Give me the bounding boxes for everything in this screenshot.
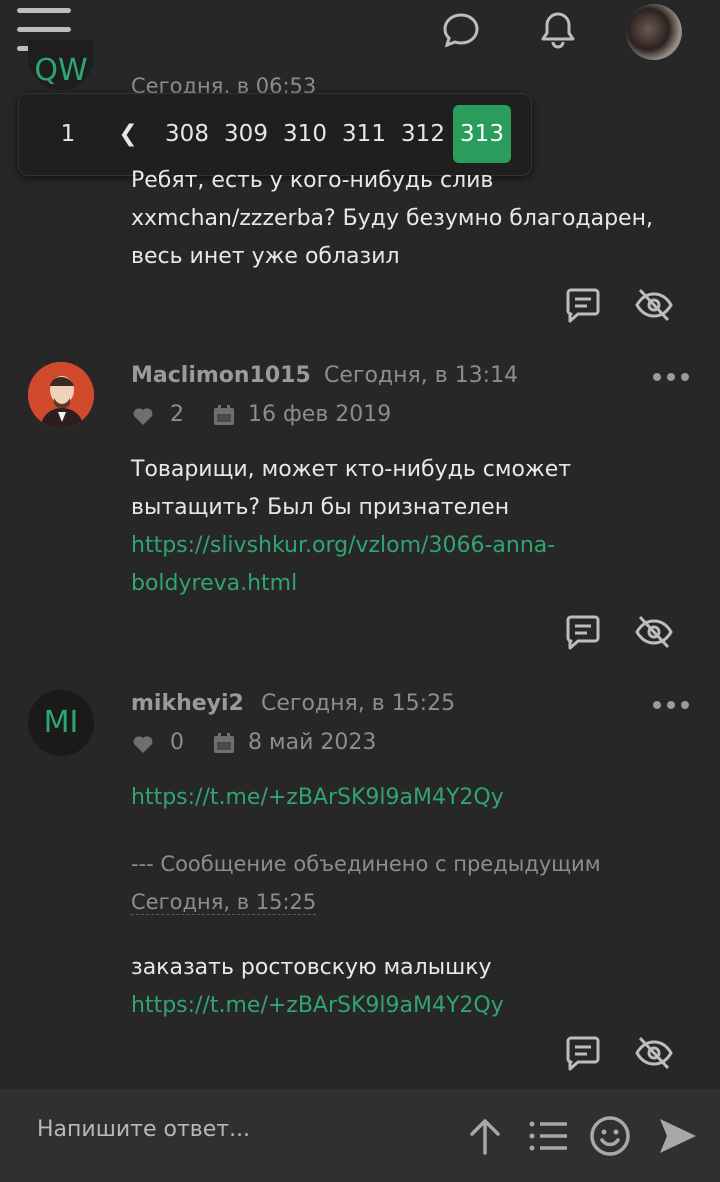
post-link[interactable]: https://slivshkur.org/vzlom/3066-anna- — [131, 527, 571, 565]
post-link[interactable]: boldyreva.html — [131, 565, 571, 603]
post-date[interactable]: Сегодня, в 13:14 — [324, 363, 518, 388]
post-body: Ребят, есть у кого-нибудь слив xxmchan/z… — [131, 162, 653, 276]
post-line: Ребят, есть у кого-нибудь слив — [131, 168, 494, 193]
avatar[interactable] — [28, 362, 94, 428]
avatar-initials: QW — [34, 53, 88, 88]
merged-note: --- Сообщение объединено с предыдущим — [131, 852, 601, 876]
chat-bubble-icon[interactable] — [441, 10, 481, 50]
page-310[interactable]: 310 — [277, 105, 333, 163]
post-line: вытащить? Был бы признателен — [131, 495, 510, 520]
username[interactable]: mikheyi2 — [131, 691, 244, 716]
post-date[interactable]: Сегодня, в 15:25 — [261, 691, 455, 716]
list-icon[interactable] — [527, 1115, 569, 1157]
reply-icon[interactable] — [563, 612, 603, 652]
emoji-icon[interactable] — [589, 1115, 631, 1157]
heart-icon — [131, 404, 155, 426]
post-text: заказать ростовскую малышку — [131, 955, 492, 980]
join-date: 8 май 2023 — [248, 730, 377, 755]
post-link[interactable]: https://t.me/+zBArSK9l9aM4Y2Qy — [131, 987, 504, 1025]
page-312[interactable]: 312 — [395, 105, 451, 163]
post-line: Товарищи, может кто-нибудь сможет — [131, 457, 572, 482]
page-311[interactable]: 311 — [336, 105, 392, 163]
calendar-icon — [213, 732, 235, 754]
post-link[interactable]: https://t.me/+zBArSK9l9aM4Y2Qy — [131, 779, 504, 817]
post-body: Товарищи, может кто-нибудь сможет вытащи… — [131, 451, 571, 603]
page-308[interactable]: 308 — [159, 105, 215, 163]
hide-icon[interactable] — [634, 285, 674, 325]
post-line: весь инет уже облазил — [131, 244, 400, 269]
page-current[interactable]: 313 — [453, 105, 511, 163]
avatar[interactable]: QW — [28, 40, 94, 90]
reply-icon[interactable] — [563, 285, 603, 325]
reply-bar: Напишите ответ... — [0, 1089, 720, 1182]
calendar-icon — [213, 404, 235, 426]
more-options-icon[interactable] — [652, 371, 690, 383]
user-meta: 0 8 май 2023 — [131, 730, 376, 755]
send-icon[interactable] — [656, 1115, 698, 1157]
top-bar — [0, 0, 720, 62]
join-date: 16 фев 2019 — [248, 402, 392, 427]
hide-icon[interactable] — [634, 1033, 674, 1073]
avatar-initials: MI — [43, 705, 79, 740]
page-prev-button[interactable]: ❮ — [107, 105, 149, 163]
merged-date-text: Сегодня, в 15:25 — [131, 890, 317, 915]
more-options-icon[interactable] — [652, 699, 690, 711]
page-first[interactable]: 1 — [47, 105, 89, 163]
avatar[interactable]: MI — [28, 690, 94, 756]
like-count: 0 — [170, 730, 184, 755]
page-309[interactable]: 309 — [218, 105, 274, 163]
user-avatar[interactable] — [626, 4, 682, 60]
bell-icon[interactable] — [538, 10, 578, 50]
reply-icon[interactable] — [563, 1033, 603, 1073]
post-line: xxmchan/zzzerba? Буду безумно благодарен… — [131, 206, 653, 231]
heart-icon — [131, 732, 155, 754]
merged-date[interactable]: Сегодня, в 15:25 — [131, 883, 317, 921]
username[interactable]: Maclimon1015 — [131, 363, 311, 388]
user-meta: 2 16 фев 2019 — [131, 402, 391, 427]
scroll-up-icon[interactable] — [464, 1115, 506, 1157]
like-count: 2 — [170, 402, 184, 427]
reply-input[interactable]: Напишите ответ... — [37, 1117, 250, 1142]
hide-icon[interactable] — [634, 612, 674, 652]
